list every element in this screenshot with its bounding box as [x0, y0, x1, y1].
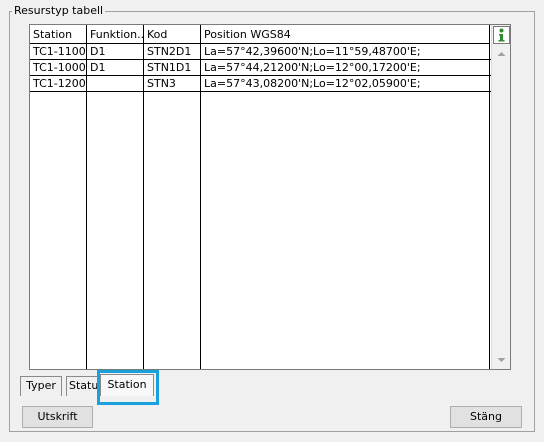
cell-station: TC1-1200: [33, 77, 86, 90]
column-divider: [143, 25, 144, 369]
cell-position: La=57°43,08200'N;Lo=12°02,05900'E;: [204, 77, 421, 90]
column-divider: [200, 25, 201, 369]
cell-function: D1: [90, 61, 106, 74]
print-button[interactable]: Utskrift: [22, 406, 93, 428]
column-header-position[interactable]: Position WGS84: [201, 25, 490, 44]
resource-table[interactable]: Station Funktion... Kod Position WGS84 T…: [29, 24, 511, 370]
cell-position: La=57°42,39600'N;Lo=11°59,48700'E;: [204, 45, 421, 58]
table-row[interactable]: TC1-1100 D1 STN2D1 La=57°42,39600'N;Lo=1…: [30, 44, 492, 60]
cell-function: D1: [90, 45, 106, 58]
cell-station: TC1-1000: [33, 61, 86, 74]
tab-status[interactable]: Status: [66, 376, 102, 396]
scroll-up-arrow-icon[interactable]: [493, 45, 509, 62]
groupbox-title: Resurstyp tabell: [12, 4, 106, 17]
table-row[interactable]: TC1-1000 D1 STN1D1 La=57°44,21200'N;Lo=1…: [30, 60, 492, 76]
column-header-station[interactable]: Station: [30, 25, 87, 44]
scroll-down-arrow-icon[interactable]: [493, 351, 509, 368]
tab-typer[interactable]: Typer: [20, 376, 62, 396]
table-row[interactable]: TC1-1200 STN3 La=57°43,08200'N;Lo=12°02,…: [30, 76, 492, 92]
column-header-code[interactable]: Kod: [144, 25, 201, 44]
cell-code: STN3: [147, 77, 176, 90]
cell-station: TC1-1100: [33, 45, 86, 58]
cell-code: STN1D1: [147, 61, 192, 74]
cell-function: [87, 76, 144, 91]
cell-code: STN2D1: [147, 45, 192, 58]
column-divider: [489, 25, 490, 369]
tab-station[interactable]: Station: [100, 374, 154, 396]
close-button[interactable]: Stäng: [450, 406, 522, 428]
info-icon[interactable]: [493, 26, 510, 44]
column-divider: [86, 25, 87, 369]
column-header-function[interactable]: Funktion...: [87, 25, 144, 44]
vertical-scrollbar[interactable]: [491, 25, 510, 369]
table-body: Station Funktion... Kod Position WGS84 T…: [30, 25, 492, 369]
cell-position: La=57°44,21200'N;Lo=12°00,17200'E;: [204, 61, 421, 74]
